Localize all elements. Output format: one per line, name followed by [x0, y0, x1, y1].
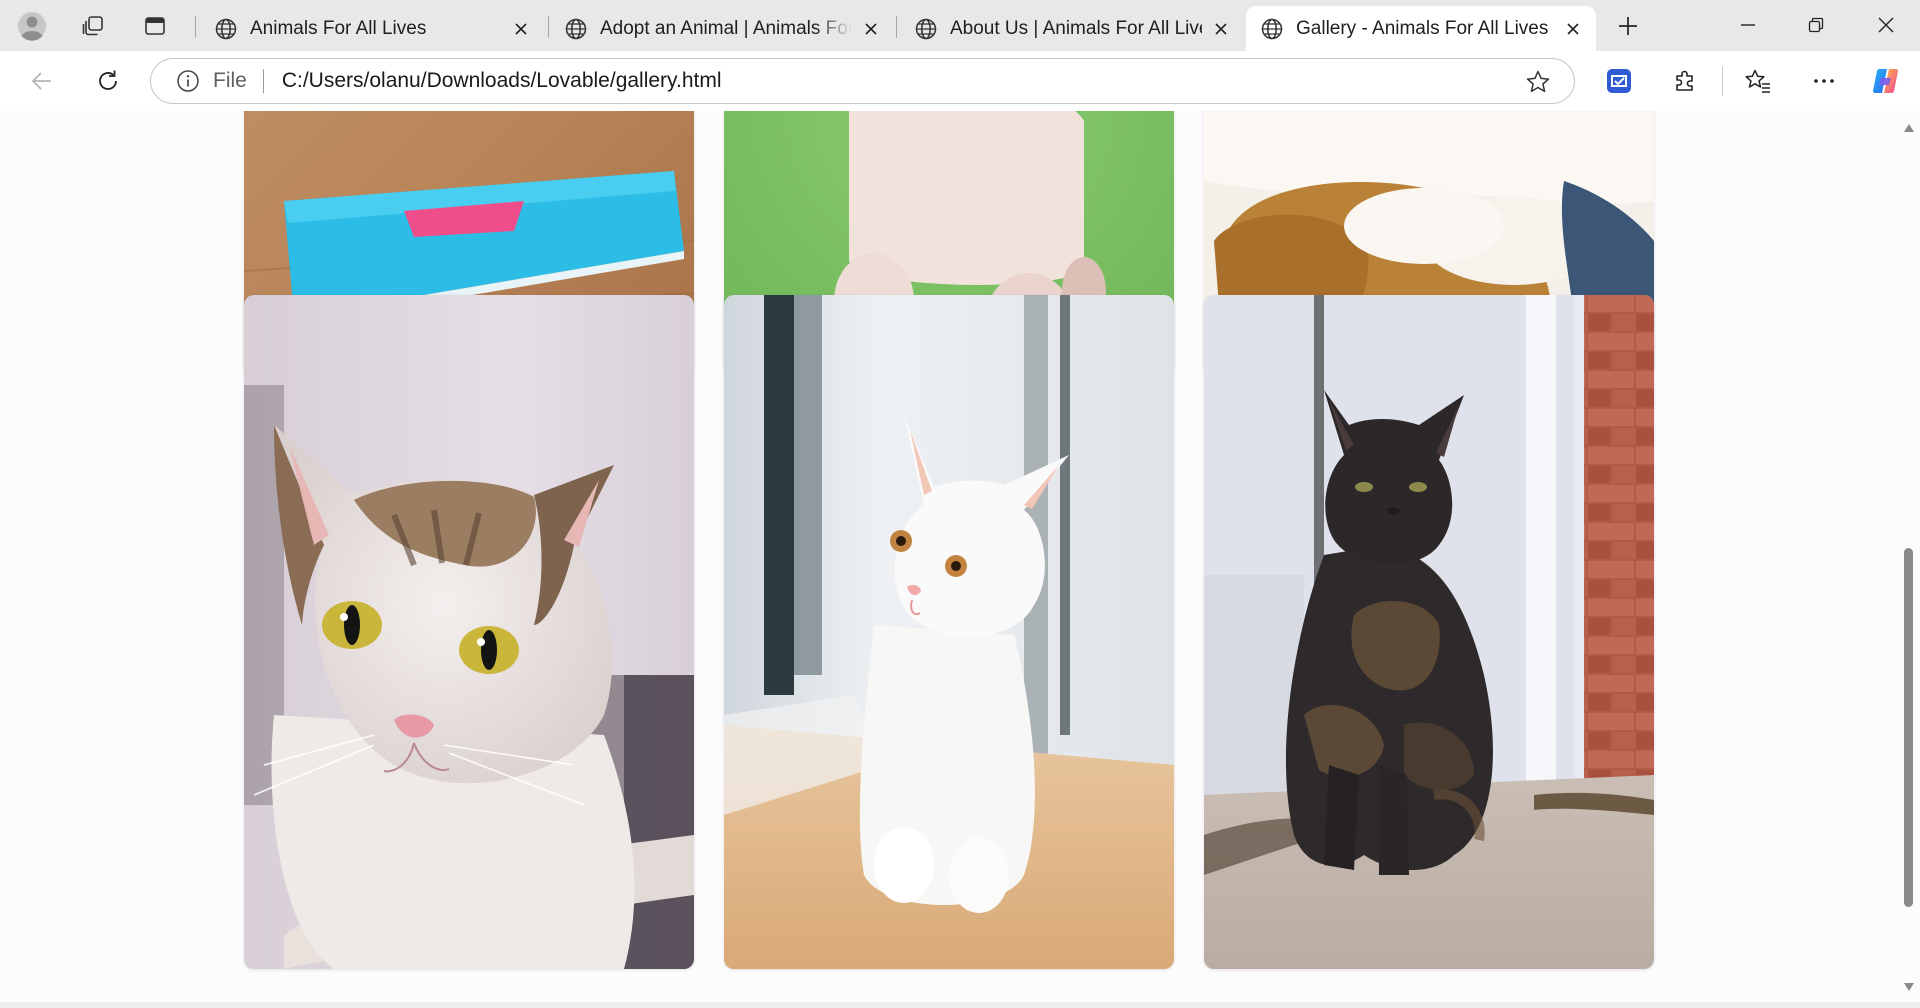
favorite-button[interactable] [1524, 68, 1552, 96]
close-icon [1215, 22, 1227, 35]
globe-icon [215, 18, 237, 39]
profile-button[interactable] [14, 8, 50, 44]
globe-icon [565, 18, 587, 39]
vertical-tabs-icon [145, 17, 165, 35]
url-text[interactable]: C:/Users/olanu/Downloads/Lovable/gallery… [282, 69, 1574, 93]
restore-icon [1808, 17, 1824, 33]
favorites-button[interactable] [1739, 62, 1777, 100]
profile-avatar-icon [18, 12, 46, 41]
address-separator [262, 69, 264, 93]
close-icon [865, 22, 877, 35]
favorites-icon [1745, 69, 1770, 93]
scrollbar-thumb[interactable] [1904, 548, 1913, 907]
scroll-up-button[interactable] [1902, 121, 1916, 135]
extension-badge-icon [1607, 69, 1631, 93]
scroll-down-button[interactable] [1902, 980, 1916, 994]
new-tab-button[interactable] [1610, 8, 1646, 44]
star-icon [1526, 70, 1550, 93]
tab-separator [896, 16, 897, 38]
close-window-icon [1878, 17, 1894, 33]
gallery-photo[interactable] [724, 295, 1174, 969]
tab-gallery[interactable]: Gallery - Animals For All Lives [1246, 6, 1596, 51]
page-scrollbar[interactable] [1898, 111, 1920, 1008]
tab-title: Animals For All Lives [250, 17, 427, 39]
refresh-button[interactable] [89, 62, 127, 100]
info-icon [177, 70, 199, 92]
tab-close-button[interactable] [860, 18, 882, 40]
workspaces-button[interactable] [75, 8, 111, 44]
tab-close-button[interactable] [1562, 18, 1584, 40]
close-icon [515, 22, 527, 35]
photo-tabby-cat [244, 295, 694, 969]
gallery-photo[interactable] [244, 295, 694, 969]
tab-title: About Us | Animals For All Lives [950, 17, 1202, 39]
close-icon [1567, 22, 1579, 35]
back-arrow-icon [31, 72, 51, 90]
minimize-button[interactable] [1714, 0, 1782, 50]
close-window-button[interactable] [1852, 0, 1920, 50]
globe-icon [1261, 18, 1283, 39]
more-icon [1814, 79, 1834, 83]
gallery-photo[interactable] [1204, 295, 1654, 969]
restore-button[interactable] [1782, 0, 1850, 50]
photo-white-kitten [724, 295, 1174, 969]
vertical-tabs-button[interactable] [137, 8, 173, 44]
extensions-button[interactable] [1666, 62, 1704, 100]
site-info-button[interactable] [175, 68, 201, 94]
scheme-label: File [213, 69, 247, 92]
tab-adopt[interactable]: Adopt an Animal | Animals For All Lives [550, 6, 894, 51]
globe-icon [915, 18, 937, 39]
copilot-icon [1872, 68, 1899, 94]
scroll-up-arrow-icon [1904, 124, 1914, 132]
tab-separator [195, 16, 196, 38]
tab-close-button[interactable] [1210, 18, 1232, 40]
puzzle-icon [1676, 70, 1693, 91]
refresh-icon [99, 70, 117, 90]
tab-title: Adopt an Animal | Animals For All Lives [600, 17, 852, 39]
tab-close-button[interactable] [510, 18, 532, 40]
toolbar-divider [1722, 66, 1723, 96]
page-viewport [0, 111, 1920, 1008]
plus-icon [1619, 17, 1637, 35]
tab-title: Gallery - Animals For All Lives [1296, 17, 1549, 39]
back-button[interactable] [23, 62, 61, 100]
extension-badge-button[interactable] [1600, 62, 1638, 100]
address-bar[interactable]: File C:/Users/olanu/Downloads/Lovable/ga… [150, 58, 1575, 104]
workspaces-icon [82, 16, 103, 36]
minimize-icon [1741, 24, 1755, 26]
tab-home[interactable]: Animals For All Lives [200, 6, 544, 51]
more-button[interactable] [1805, 62, 1843, 100]
tab-separator [548, 16, 549, 38]
photo-tortoiseshell-cat [1204, 295, 1654, 969]
tab-about[interactable]: About Us | Animals For All Lives [900, 6, 1244, 51]
copilot-button[interactable] [1867, 62, 1905, 100]
window-bottom-edge [0, 1002, 1920, 1008]
scroll-down-arrow-icon [1904, 983, 1914, 991]
tab-strip: Animals For All Lives Adopt an Animal | … [0, 0, 1920, 51]
